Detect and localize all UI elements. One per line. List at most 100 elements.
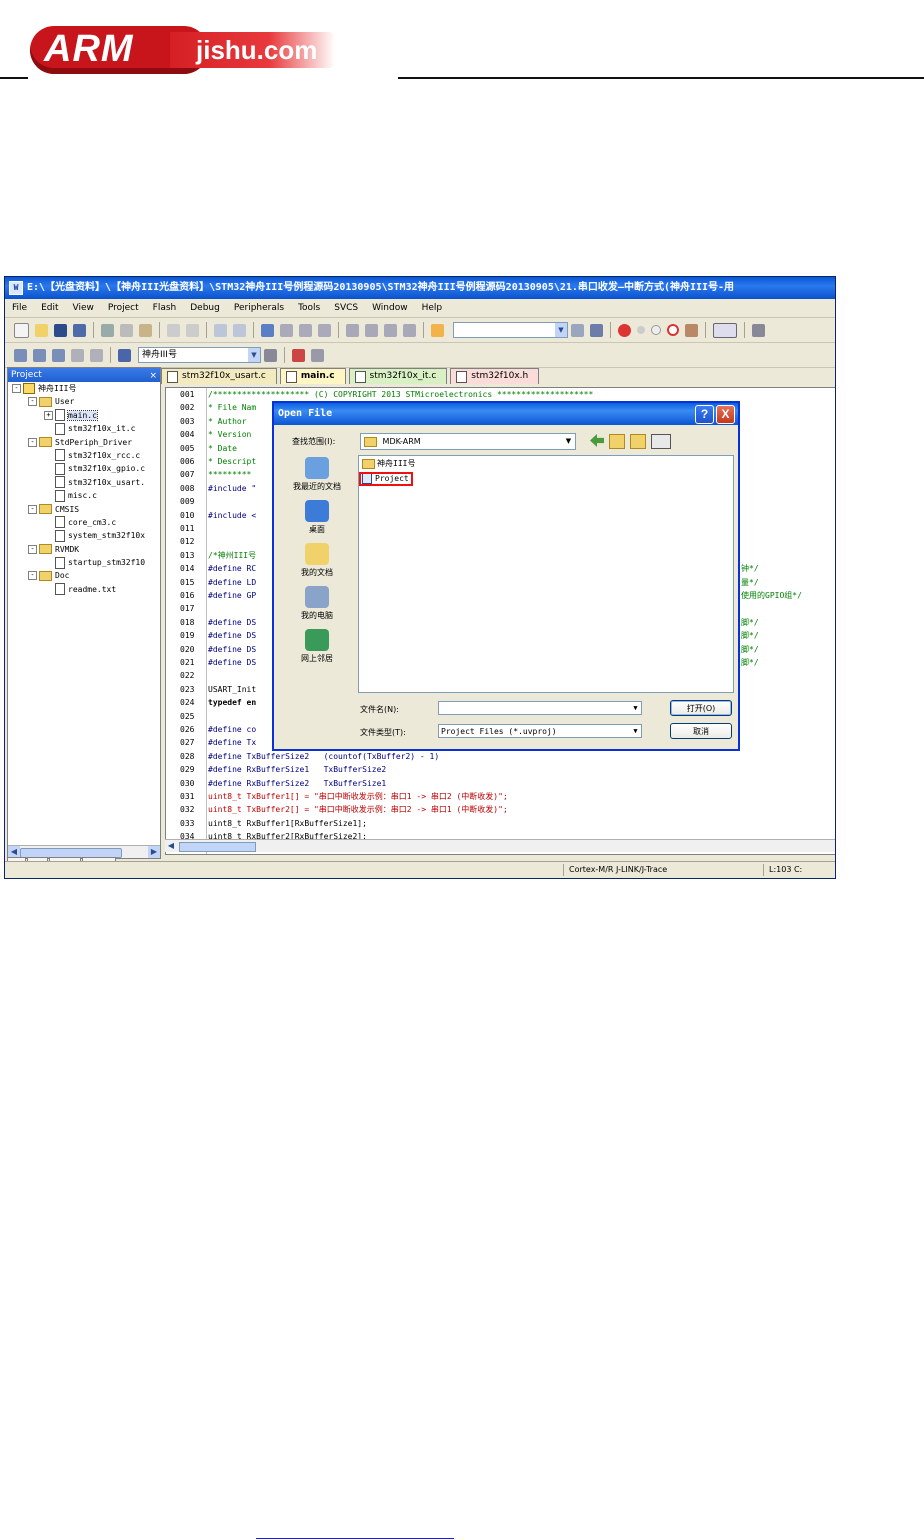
tree-file-item[interactable]: stm32f10x_usart. [8,476,160,489]
filename-input[interactable]: ▼ [438,701,642,715]
menu-item-svcs[interactable]: SVCS [327,303,365,313]
menu-item-window[interactable]: Window [365,303,415,313]
close-button[interactable]: X [716,405,735,424]
target-options-icon[interactable] [264,348,277,362]
save-icon[interactable] [54,323,67,337]
scroll-thumb[interactable] [179,842,256,852]
tab-stm32f10x-h[interactable]: stm32f10x.h [450,368,540,384]
bookmark-next-icon[interactable] [299,323,312,337]
menu-item-view[interactable]: View [66,303,101,313]
menu-item-file[interactable]: File [5,303,34,313]
rebuild-icon[interactable] [52,348,65,362]
collapse-icon[interactable]: - [28,397,37,407]
new-file-icon[interactable] [14,322,29,338]
comment-icon[interactable] [384,323,397,337]
tree-file-item[interactable]: misc.c [8,489,160,502]
build-icon[interactable] [33,348,46,362]
uncomment-icon[interactable] [403,323,416,337]
open-button[interactable]: 打开(O) [670,700,732,716]
place-item[interactable]: 我最近的文档 [282,457,352,492]
window-layout-icon[interactable] [713,322,737,338]
select-packs-icon[interactable] [311,348,324,362]
open-folder-icon[interactable] [35,323,48,337]
look-in-select[interactable]: MDK-ARM ▼ [360,433,576,450]
menu-item-tools[interactable]: Tools [291,303,327,313]
close-icon[interactable]: × [149,369,157,383]
view-menu-icon[interactable] [651,434,671,449]
breakpoint-kill-icon[interactable] [667,324,679,336]
list-item[interactable]: 神舟III号 [362,458,415,470]
tree-root-item[interactable]: - 神舟III号 [8,382,160,395]
help-button[interactable]: ? [695,405,714,424]
indent-icon[interactable] [346,323,359,337]
place-item[interactable]: 桌面 [282,500,352,535]
tree-file-item[interactable]: system_stm32f10x [8,529,160,542]
manage-components-icon[interactable] [292,348,305,362]
breakpoint-disable-icon[interactable] [651,325,661,335]
tree-file-item[interactable]: stm32f10x_it.c [8,422,160,435]
tab-main-c[interactable]: main.c [279,368,346,384]
configure-icon[interactable] [752,323,765,337]
tree-file-item[interactable]: stm32f10x_rcc.c [8,449,160,462]
incremental-find-icon[interactable] [590,323,603,337]
editor-hscrollbar[interactable]: ◀ [165,839,835,852]
undo-icon[interactable] [167,323,180,337]
nav-forward-icon[interactable] [233,323,246,337]
back-arrow-icon[interactable] [590,434,604,447]
tab-stm32f10x-it-c[interactable]: stm32f10x_it.c [348,368,448,384]
menu-item-peripherals[interactable]: Peripherals [227,303,291,313]
bookmark-icon[interactable] [261,323,274,337]
tree-file-item[interactable]: + main.c [8,409,160,422]
filetype-select[interactable]: Project Files (*.uvproj) ▼ [438,724,642,738]
paste-icon[interactable] [139,323,152,337]
up-folder-icon[interactable] [609,434,625,449]
cut-icon[interactable] [101,323,114,337]
menu-item-project[interactable]: Project [101,303,146,313]
download-icon[interactable] [118,348,131,362]
place-item[interactable]: 我的文档 [282,543,352,578]
cancel-button[interactable]: 取消 [670,723,732,739]
menu-item-edit[interactable]: Edit [34,303,65,313]
tree-folder-item[interactable]: - Doc [8,569,160,582]
breakpoint-clear-icon[interactable] [685,323,698,337]
tree-folder-item[interactable]: - StdPeriph_Driver [8,436,160,449]
scroll-left-icon[interactable]: ◀ [165,840,177,852]
bookmark-prev-icon[interactable] [280,323,293,337]
redo-icon[interactable] [186,323,199,337]
nav-back-icon[interactable] [214,323,227,337]
tree-folder-item[interactable]: - CMSIS [8,503,160,516]
copy-icon[interactable] [120,323,133,337]
find-in-files-icon[interactable] [431,323,444,337]
menu-item-help[interactable]: Help [415,303,450,313]
collapse-icon[interactable]: - [28,437,37,447]
expand-icon[interactable]: + [44,410,53,420]
tree-file-item[interactable]: readme.txt [8,583,160,596]
tree-folder-item[interactable]: - User [8,395,160,408]
tree-file-item[interactable]: startup_stm32f10 [8,556,160,569]
menu-item-debug[interactable]: Debug [183,303,227,313]
stop-build-icon[interactable] [90,348,103,362]
unindent-icon[interactable] [365,323,378,337]
collapse-icon[interactable]: - [28,544,37,554]
place-item[interactable]: 网上邻居 [282,629,352,664]
place-item[interactable]: 我的电脑 [282,586,352,621]
translate-icon[interactable] [14,348,27,362]
menu-item-flash[interactable]: Flash [146,303,184,313]
new-folder-icon[interactable] [630,434,646,449]
find-icon[interactable] [571,323,584,337]
find-combo[interactable]: ▼ [453,322,568,338]
debug-start-icon[interactable] [618,323,631,337]
save-all-icon[interactable] [73,323,86,337]
tab-stm32f10x-usart-c[interactable]: stm32f10x_usart.c [161,368,277,384]
collapse-icon[interactable]: - [28,504,37,514]
collapse-icon[interactable]: - [28,571,37,581]
tree-file-item[interactable]: core_cm3.c [8,516,160,529]
batch-build-icon[interactable] [71,348,84,362]
tree-file-item[interactable]: stm32f10x_gpio.c [8,462,160,475]
breakpoint-icon[interactable] [637,326,645,334]
file-list[interactable]: 神舟III号 Project [358,455,734,693]
target-select[interactable]: 神舟III号 ▼ [138,347,261,363]
bookmark-clear-icon[interactable] [318,323,331,337]
tree-folder-item[interactable]: - RVMDK [8,543,160,556]
collapse-icon[interactable]: - [12,384,21,393]
